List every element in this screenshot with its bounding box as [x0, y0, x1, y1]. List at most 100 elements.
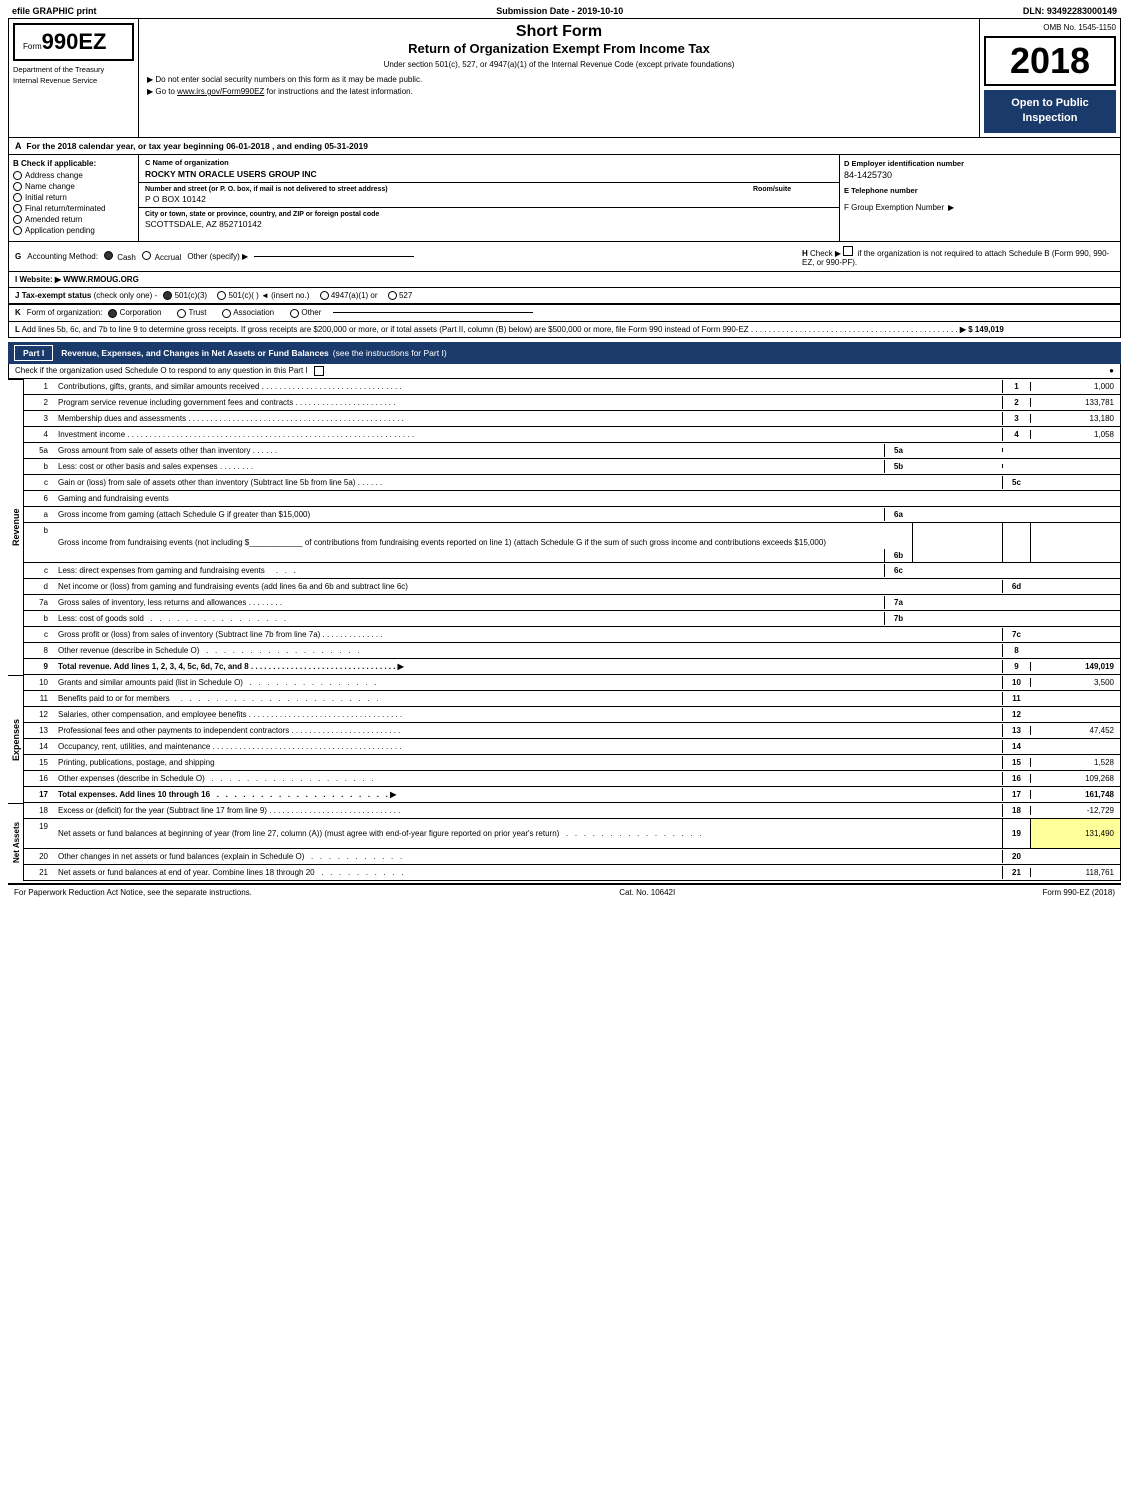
row-5a-num: 5a	[24, 446, 54, 455]
name-change-label: Name change	[25, 182, 75, 191]
row-15-value: 1,528	[1030, 758, 1120, 767]
row-12-num: 12	[24, 710, 54, 719]
trust-label: Trust	[189, 308, 207, 317]
row-2: 2 Program service revenue including gove…	[24, 395, 1121, 411]
row-16-num: 16	[24, 774, 54, 783]
radio-name-change-circle[interactable]	[13, 182, 22, 191]
radio-address-change-circle[interactable]	[13, 171, 22, 180]
radio-final-return-circle[interactable]	[13, 204, 22, 213]
revenue-section: Revenue 1 Contributions, gifts, grants, …	[8, 379, 1121, 675]
accrual-radio[interactable]: Accrual	[142, 251, 181, 262]
other-accounting: Other (specify) ▶	[187, 252, 248, 261]
row-15-linenum: 15	[1002, 756, 1030, 769]
j-4947[interactable]: 4947(a)(1) or	[320, 291, 380, 300]
row-14-num: 14	[24, 742, 54, 751]
radio-application-pending[interactable]: Application pending	[13, 226, 134, 235]
row-20: 20 Other changes in net assets or fund b…	[24, 849, 1121, 865]
short-form-title: Short Form	[147, 23, 971, 41]
ein-value: 84-1425730	[844, 170, 1116, 180]
row-6d: d Net income or (loss) from gaming and f…	[24, 579, 1121, 595]
radio-name-change[interactable]: Name change	[13, 182, 134, 191]
row-7c-desc: Gross profit or (loss) from sales of inv…	[54, 628, 1002, 641]
header-right: OMB No. 1545-1150 2018 Open to Public In…	[980, 19, 1120, 137]
row-7b-desc: Less: cost of goods sold . . . . . . . .…	[54, 612, 884, 625]
part1-header: Part I Revenue, Expenses, and Changes in…	[8, 342, 1121, 364]
501c-radio[interactable]	[217, 291, 226, 300]
row-17-desc: Total expenses. Add lines 10 through 16 …	[54, 788, 1002, 801]
expenses-section: Expenses 10 Grants and similar amounts p…	[8, 675, 1121, 803]
cash-radio[interactable]: Cash	[104, 251, 136, 262]
radio-final-return[interactable]: Final return/terminated	[13, 204, 134, 213]
row-9-desc: Total revenue. Add lines 1, 2, 3, 4, 5c,…	[54, 660, 1002, 673]
k-trust[interactable]: Trust	[177, 308, 206, 317]
omb-number: OMB No. 1545-1150	[984, 23, 1116, 32]
section-g-left: G Accounting Method: Cash Accrual Other …	[15, 251, 794, 262]
row-3-value: 13,180	[1030, 414, 1120, 423]
radio-amended-return[interactable]: Amended return	[13, 215, 134, 224]
org-name-row: C Name of organization ROCKY MTN ORACLE …	[139, 155, 839, 183]
radio-application-pending-circle[interactable]	[13, 226, 22, 235]
section-a-text: For the 2018 calendar year, or tax year …	[26, 141, 368, 151]
row-4-num: 4	[24, 430, 54, 439]
row-10: 10 Grants and similar amounts paid (list…	[24, 675, 1121, 691]
row-13-value: 47,452	[1030, 726, 1120, 735]
row-6b-input[interactable]	[912, 523, 1002, 562]
row-1: 1 Contributions, gifts, grants, and simi…	[24, 379, 1121, 395]
trust-radio[interactable]	[177, 309, 186, 318]
footer-cat-no: Cat. No. 10642I	[619, 888, 675, 897]
website-text: Website: ▶ WWW.RMOUG.ORG	[19, 275, 138, 284]
part1-checkbox[interactable]	[314, 366, 324, 376]
corp-radio[interactable]	[108, 309, 117, 318]
corp-label: Corporation	[120, 308, 162, 317]
j-501c[interactable]: 501(c)( ) ◄ (insert no.)	[217, 291, 311, 300]
cash-label: Cash	[117, 253, 136, 262]
row-10-num: 10	[24, 678, 54, 687]
h-checkbox[interactable]	[843, 246, 853, 256]
assoc-radio[interactable]	[222, 309, 231, 318]
j-527[interactable]: 527	[388, 291, 413, 300]
l-dots: . . . . . . . . . . . . . . . . . . . . …	[751, 325, 958, 334]
radio-amended-return-circle[interactable]	[13, 215, 22, 224]
row-8-num: 8	[24, 646, 54, 655]
row-6c-desc: Less: direct expenses from gaming and fu…	[54, 564, 884, 577]
row-19: 19 Net assets or fund balances at beginn…	[24, 819, 1121, 849]
row-7c-num: c	[24, 630, 54, 639]
row-13-desc: Professional fees and other payments to …	[54, 724, 1002, 737]
row-17-num: 17	[24, 790, 54, 799]
row-16-value: 109,268	[1030, 774, 1120, 783]
section-l-row: L Add lines 5b, 6c, and 7b to line 9 to …	[9, 322, 1120, 337]
4947-radio[interactable]	[320, 291, 329, 300]
row-5b: b Less: cost or other basis and sales ex…	[24, 459, 1121, 475]
row-1-num: 1	[24, 382, 54, 391]
dln-number: DLN: 93492283000149	[1023, 6, 1117, 16]
row-9-num: 9	[24, 662, 54, 671]
row-3-desc: Membership dues and assessments . . . . …	[54, 412, 1002, 425]
row-6-header: 6 Gaming and fundraising events	[24, 491, 1121, 507]
k-assoc[interactable]: Association	[222, 308, 274, 317]
radio-initial-return[interactable]: Initial return	[13, 193, 134, 202]
radio-initial-return-circle[interactable]	[13, 193, 22, 202]
row-6d-desc: Net income or (loss) from gaming and fun…	[54, 580, 1002, 593]
radio-address-change[interactable]: Address change	[13, 171, 134, 180]
j-501c3[interactable]: 501(c)(3)	[163, 291, 209, 300]
row-17-linenum: 17	[1002, 788, 1030, 801]
row-19-linenum: 19	[1002, 819, 1030, 848]
application-pending-label: Application pending	[25, 226, 95, 235]
501c3-radio[interactable]	[163, 291, 172, 300]
row-6a-sublabel: 6a	[884, 508, 912, 521]
cash-radio-button[interactable]	[104, 251, 113, 260]
part1-check-text: Check if the organization used Schedule …	[15, 366, 308, 375]
address-label: Number and street (or P. O. box, if mail…	[145, 186, 388, 193]
row-21-num: 21	[24, 868, 54, 877]
accrual-radio-button[interactable]	[142, 251, 151, 260]
k-corp[interactable]: Corporation	[108, 308, 161, 317]
row-6b-num: b	[24, 523, 54, 535]
k-other[interactable]: Other	[290, 308, 321, 317]
other-radio-k[interactable]	[290, 309, 299, 318]
header-section: Form990EZ Department of the Treasury Int…	[8, 19, 1121, 138]
row-19-desc: Net assets or fund balances at beginning…	[54, 827, 1002, 840]
other-specify-line[interactable]	[254, 256, 414, 257]
accounting-label: Accounting Method:	[27, 252, 98, 261]
527-radio[interactable]	[388, 291, 397, 300]
other-specify-k[interactable]	[333, 312, 533, 313]
